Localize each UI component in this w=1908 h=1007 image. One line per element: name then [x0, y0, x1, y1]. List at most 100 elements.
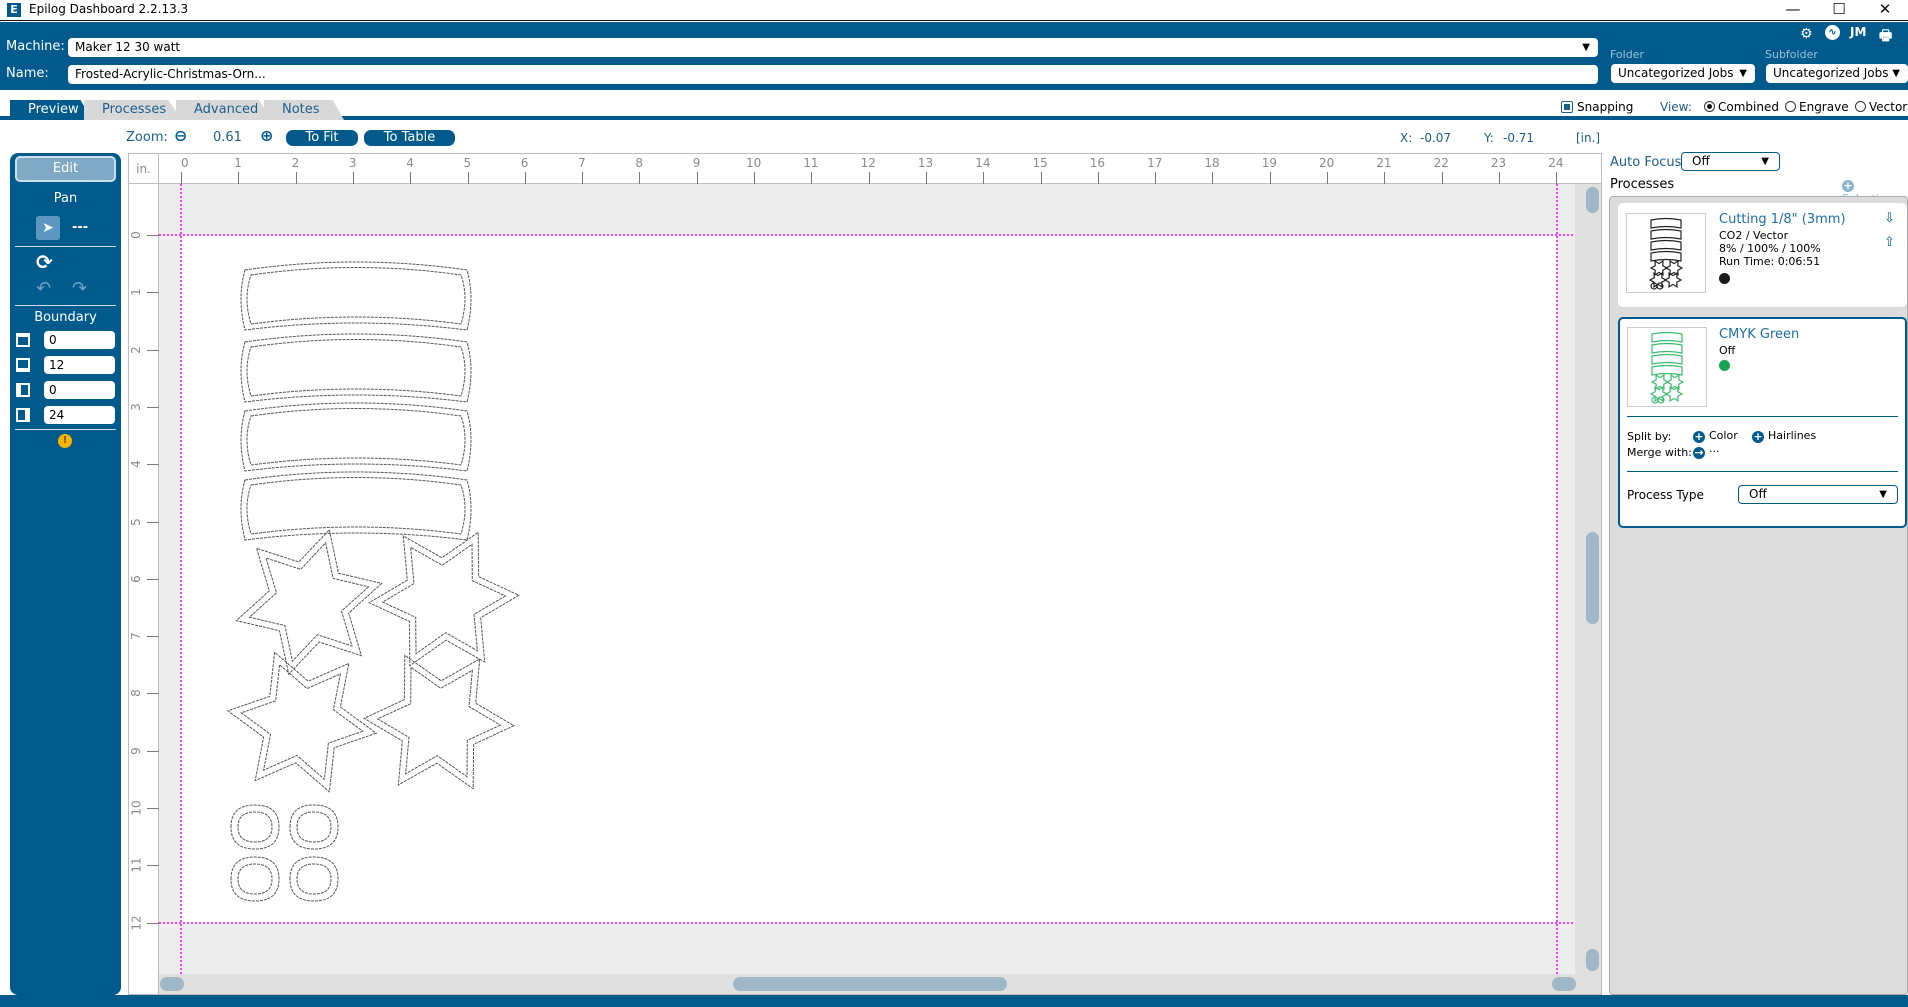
job-name-input[interactable]: Frosted-Acrylic-Christmas-Orn... [68, 65, 1598, 84]
ruler-tick [868, 172, 870, 184]
pan-value: --- [72, 220, 89, 235]
tab-processes[interactable]: Processes [84, 100, 182, 120]
split-hairlines-label: Hairlines [1768, 429, 1817, 442]
auto-focus-select[interactable]: Off ▼ [1681, 152, 1780, 171]
minimize-button[interactable]: — [1770, 0, 1816, 20]
zoom-in-icon[interactable]: ⊕ [260, 126, 273, 145]
ruler-tick-label: 12 [129, 914, 144, 931]
tab-notes[interactable]: Notes [264, 100, 344, 120]
maximize-button[interactable]: ☐ [1816, 0, 1862, 20]
view-vector-radio[interactable]: Vector [1855, 100, 1907, 114]
boundary-label: Boundary [34, 310, 97, 325]
ruler-tick [1327, 172, 1328, 184]
ruler-tick [295, 172, 297, 184]
gear-icon[interactable]: ⚙ [1800, 26, 1813, 42]
view-combined-radio[interactable]: Combined [1704, 100, 1779, 114]
auto-focus-value: Off [1692, 154, 1710, 168]
boundary-right-icon [16, 408, 30, 422]
subfolder-select[interactable]: Uncategorized Jobs ▼ [1766, 64, 1908, 83]
process-run-time: Run Time: 0:06:51 [1719, 255, 1821, 268]
snapping-toggle[interactable]: Snapping [1561, 100, 1633, 114]
process-type-select[interactable]: Off ▼ [1738, 485, 1898, 504]
ruler-tick-label: 14 [975, 156, 991, 170]
to-table-button[interactable]: To Table [364, 130, 455, 146]
warning-icon[interactable]: ! [58, 434, 72, 448]
vertical-scroll-thumb[interactable] [1586, 532, 1599, 624]
ruler-tick-label: 8 [635, 156, 644, 170]
scroll-left-button[interactable] [160, 977, 184, 991]
horizontal-scroll-thumb[interactable] [733, 977, 1007, 991]
process-color-swatch[interactable] [1719, 273, 1730, 284]
process-name[interactable]: Cutting 1/8" (3mm) [1719, 212, 1846, 227]
ruler-tick [1040, 172, 1042, 184]
split-by-hairlines-button[interactable]: + Hairlines [1752, 429, 1816, 443]
ruler-tick [147, 464, 159, 466]
close-button[interactable]: ✕ [1862, 0, 1908, 20]
x-coord-label: X: [1400, 131, 1413, 145]
user-initials[interactable]: JM [1850, 25, 1866, 39]
merge-with-button[interactable]: → ··· [1693, 445, 1720, 459]
view-label: View: [1660, 100, 1692, 114]
status-bar [0, 995, 1908, 1007]
process-card-selected[interactable]: CMYK Green Off Split by: + Color + Hairlin… [1618, 317, 1907, 528]
ruler-tick-label: 12 [860, 156, 876, 170]
ruler-tick-label: 13 [917, 156, 934, 170]
process-thumbnail-graphic [1648, 217, 1684, 290]
ruler-tick [1155, 172, 1157, 184]
boundary-bottom-icon [16, 358, 30, 372]
auto-focus-label: Auto Focus [1610, 155, 1682, 170]
ruler-tick-label: 3 [348, 156, 357, 170]
boundary-top-input[interactable]: 0 [44, 331, 115, 349]
scroll-right-button[interactable] [1552, 977, 1576, 991]
edit-button[interactable]: Edit [15, 156, 116, 182]
divider [15, 246, 116, 247]
boundary-right-input[interactable]: 24 [44, 406, 115, 424]
process-settings: 8% / 100% / 100% [1719, 242, 1821, 255]
pointer-tool-icon[interactable]: ➤ [36, 216, 60, 240]
processes-panel: Cutting 1/8" (3mm) CO2 / Vector 8% / 100… [1609, 196, 1908, 995]
boundary-left-input[interactable]: 0 [44, 381, 115, 399]
redo-icon[interactable]: ↷ [72, 278, 87, 299]
job-header: Machine: Maker 12 30 watt ▼ Name: Froste… [0, 22, 1908, 90]
refresh-icon[interactable]: ⟳ [36, 250, 53, 274]
printer-icon[interactable]: 🖶 [1879, 25, 1892, 49]
ruler-tick-label: 2 [128, 345, 143, 354]
machine-select[interactable]: Maker 12 30 watt ▼ [68, 38, 1598, 57]
split-by-color-button[interactable]: + Color [1693, 429, 1738, 443]
process-color-swatch[interactable] [1719, 360, 1730, 371]
export-folder-icon[interactable]: ⇧ [1884, 235, 1895, 250]
design-canvas[interactable] [129, 154, 1601, 994]
ruler-tick-label: 9 [128, 746, 143, 755]
tab-advanced[interactable]: Advanced [176, 100, 272, 120]
ruler-tick-label: 24 [1548, 156, 1564, 170]
process-type-label: Process Type [1627, 488, 1704, 502]
scroll-up-button[interactable] [1586, 187, 1599, 213]
process-thumbnail [1627, 327, 1707, 407]
thumbnail-stroke [1651, 331, 1683, 343]
preview-canvas[interactable]: 0 1 2 3 4 5 6 7 8 9 10 11 12 13 14 15 16 17 18 19 20 21 22 23 24… [128, 153, 1602, 995]
ruler-tick-label: 5 [128, 517, 143, 526]
activity-icon[interactable]: ∿ [1825, 25, 1840, 40]
import-folder-icon[interactable]: ⇩ [1884, 211, 1895, 226]
to-fit-button[interactable]: To Fit [286, 130, 358, 146]
tab-preview[interactable]: Preview [10, 100, 92, 120]
ruler-tick [754, 172, 755, 184]
ruler-tick-label: 22 [1433, 156, 1449, 170]
process-name[interactable]: CMYK Green [1719, 327, 1799, 342]
folder-select[interactable]: Uncategorized Jobs ▼ [1611, 64, 1755, 83]
zoom-out-icon[interactable]: ⊖ [174, 126, 187, 145]
scroll-down-button[interactable] [1586, 949, 1599, 971]
ruler-tick [147, 235, 159, 236]
ruler-tick [1498, 172, 1500, 184]
undo-icon[interactable]: ↶ [36, 278, 51, 299]
process-card[interactable]: Cutting 1/8" (3mm) CO2 / Vector 8% / 100… [1618, 203, 1907, 307]
ruler-tick [147, 578, 159, 580]
chevron-down-icon: ▼ [1892, 68, 1900, 79]
snapping-checkbox[interactable] [1561, 101, 1573, 113]
ruler-tick-label: 1 [128, 288, 143, 297]
ruler-tick [147, 406, 159, 408]
ruler-tick [410, 172, 412, 184]
view-engrave-radio[interactable]: Engrave [1785, 100, 1849, 114]
ruler-tick [147, 349, 159, 351]
boundary-bottom-input[interactable]: 12 [44, 356, 115, 374]
